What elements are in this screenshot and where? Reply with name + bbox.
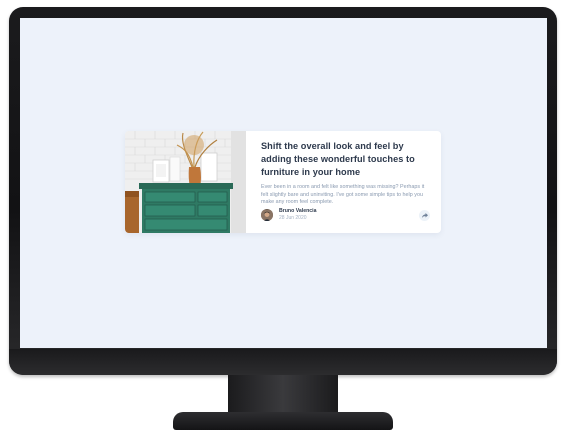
article-title[interactable]: Shift the overall look and feel by addin… [261,140,427,179]
desktop-preview: Shift the overall look and feel by addin… [0,0,565,434]
article-image [125,131,246,233]
monitor-stand-neck [228,375,338,415]
monitor: Shift the overall look and feel by addin… [9,7,557,375]
monitor-chin [9,349,557,375]
author-info: Bruno Valencia 28 Jun 2020 [261,208,316,221]
article-content: Shift the overall look and feel by addin… [246,131,441,233]
monitor-screen: Shift the overall look and feel by addin… [20,18,547,348]
share-icon [421,213,428,218]
post-date: 28 Jun 2020 [279,215,307,221]
drawers-photo-icon [125,131,246,233]
share-button[interactable] [419,210,430,221]
monitor-stand-base [173,412,393,430]
person-icon [261,209,273,221]
article-description: Ever been in a room and felt like someth… [261,184,425,206]
author-name: Bruno Valencia [279,208,317,214]
author-meta: Bruno Valencia 28 Jun 2020 [279,208,316,221]
author-avatar [261,208,273,221]
article-preview-card: Shift the overall look and feel by addin… [125,131,441,233]
